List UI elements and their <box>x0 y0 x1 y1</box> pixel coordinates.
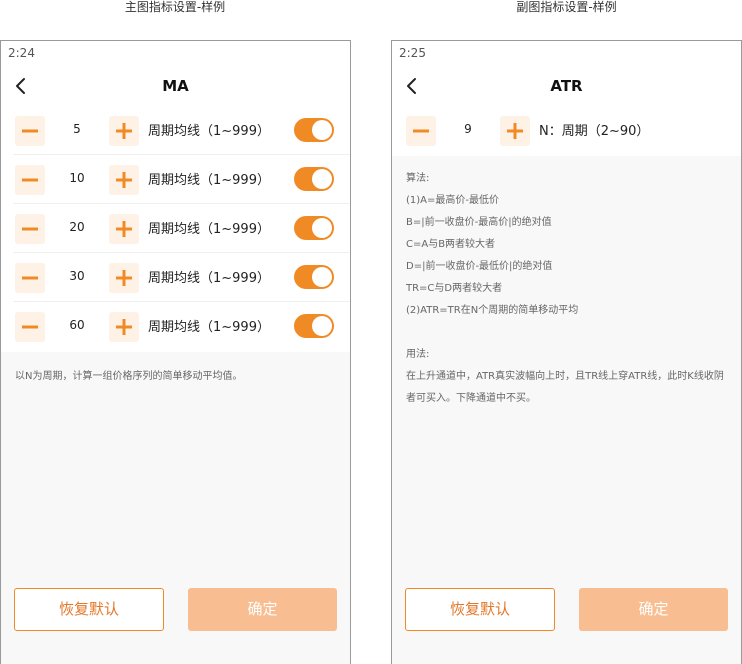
usage-text: 在上升通道中，ATR真实波幅向上时，且TR线上穿ATR线，此时K线收阴者可买入。… <box>406 371 724 404</box>
algorithm-line: (1)A=最高价-最低价 <box>406 195 499 206</box>
reset-default-button[interactable]: 恢复默认 <box>14 588 164 631</box>
algorithm-heading: 算法: <box>406 173 430 184</box>
algorithm-line: TR=C与D两者较大者 <box>406 283 503 294</box>
plus-icon[interactable] <box>109 263 139 293</box>
period-label: 周期均线（1~999） <box>148 124 270 139</box>
period-value: 30 <box>69 269 85 283</box>
period-label: 周期均线（1~999） <box>148 173 270 188</box>
phone-screen-ma: 2:24 MA 5 周期均线（1~999） 10 周期均线（1~999） 20 … <box>0 40 351 664</box>
toggle-switch[interactable] <box>294 314 334 338</box>
toggle-switch[interactable] <box>294 167 334 191</box>
toggle-knob <box>312 120 332 140</box>
toggle-switch[interactable] <box>294 216 334 240</box>
toggle-knob <box>312 316 332 336</box>
indicator-explanation: 算法: (1)A=最高价-最低价 B=|前一收盘价-最高价|的绝对值 C=A与B… <box>406 168 731 410</box>
plus-icon[interactable] <box>109 116 139 146</box>
ma-row: 20 周期均线（1~999） <box>1 204 350 253</box>
settings-panel: 2:25 ATR 9 N：周期（2~90） <box>392 41 741 156</box>
confirm-button[interactable]: 确定 <box>579 588 728 631</box>
minus-icon[interactable] <box>15 263 45 293</box>
caption-sub-chart: 副图指标设置-样例 <box>516 0 617 14</box>
phone-screen-atr: 2:25 ATR 9 N：周期（2~90） 算法: (1)A=最高价-最低价 B… <box>391 40 742 664</box>
algorithm-line: C=A与B两者较大者 <box>406 239 496 250</box>
status-time: 2:24 <box>8 46 35 60</box>
period-label: 周期均线（1~999） <box>148 222 270 237</box>
confirm-button[interactable]: 确定 <box>188 588 337 631</box>
toggle-knob <box>312 218 332 238</box>
period-label: 周期均线（1~999） <box>148 271 270 286</box>
algorithm-line: (2)ATR=TR在N个周期的简单移动平均 <box>406 305 579 316</box>
period-value: 5 <box>73 122 81 136</box>
period-value: 9 <box>464 122 472 136</box>
period-label: 周期均线（1~999） <box>148 320 270 335</box>
minus-icon[interactable] <box>15 116 45 146</box>
minus-icon[interactable] <box>15 312 45 342</box>
toggle-knob <box>312 267 332 287</box>
plus-icon[interactable] <box>109 165 139 195</box>
algorithm-line: D=|前一收盘价-最低价|的绝对值 <box>406 261 553 272</box>
plus-icon[interactable] <box>109 312 139 342</box>
algorithm-line: B=|前一收盘价-最高价|的绝对值 <box>406 217 552 228</box>
ma-row: 10 周期均线（1~999） <box>1 155 350 204</box>
ma-row: 60 周期均线（1~999） <box>1 302 350 351</box>
plus-icon[interactable] <box>500 116 530 146</box>
period-value: 60 <box>69 318 85 332</box>
page-title: ATR <box>550 77 583 95</box>
caption-main-chart: 主图指标设置-样例 <box>124 0 226 14</box>
settings-panel: 2:24 MA 5 周期均线（1~999） 10 周期均线（1~999） 20 … <box>1 41 350 352</box>
period-value: 20 <box>69 220 85 234</box>
minus-icon[interactable] <box>15 214 45 244</box>
ma-row: 30 周期均线（1~999） <box>1 253 350 302</box>
period-value: 10 <box>69 171 85 185</box>
toggle-knob <box>312 169 332 189</box>
toggle-switch[interactable] <box>294 118 334 142</box>
reset-default-button[interactable]: 恢复默认 <box>405 588 555 631</box>
status-time: 2:25 <box>399 46 426 60</box>
minus-icon[interactable] <box>15 165 45 195</box>
atr-row: 9 N：周期（2~90） <box>392 106 741 155</box>
indicator-description: 以N为周期，计算一组价格序列的简单移动平均值。 <box>15 371 243 382</box>
page-title: MA <box>162 77 189 95</box>
ma-row: 5 周期均线（1~999） <box>1 106 350 155</box>
toggle-switch[interactable] <box>294 265 334 289</box>
period-label: N：周期（2~90） <box>539 124 650 139</box>
minus-icon[interactable] <box>406 116 436 146</box>
usage-heading: 用法: <box>406 349 430 360</box>
plus-icon[interactable] <box>109 214 139 244</box>
